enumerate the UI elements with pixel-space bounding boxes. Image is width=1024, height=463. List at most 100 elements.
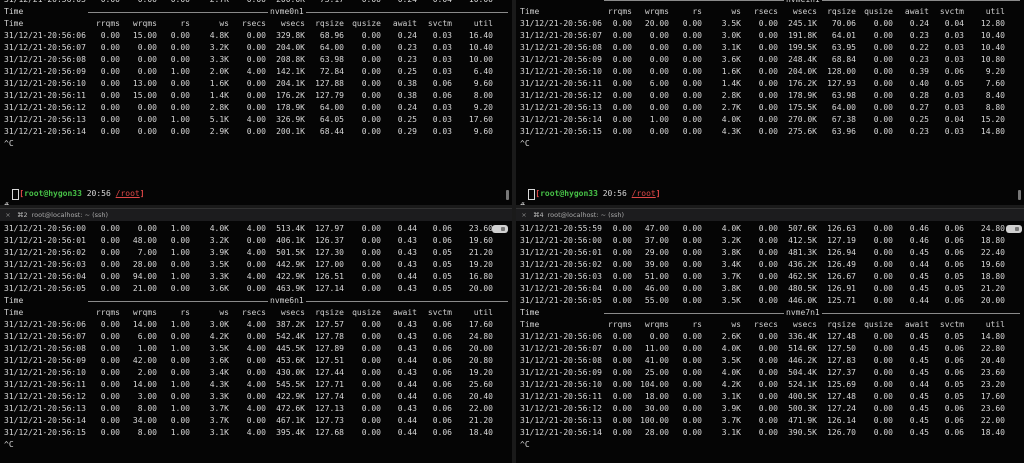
cell-rrqms: 0.00 <box>612 428 632 437</box>
cell-qusize: 0.00 <box>873 296 893 305</box>
cell-qusize: 0.00 <box>361 55 381 64</box>
stat-row: 31/12/21-20:56:12 0.00 3.00 0.00 3.3K 0.00 422… <box>0 391 512 403</box>
cell-wsecs: 501.5K <box>276 248 305 257</box>
cell-rsecs: 0.00 <box>246 91 266 100</box>
cell-util: 14.80 <box>980 127 1005 136</box>
pane-divider-vertical[interactable] <box>512 0 516 463</box>
stat-row: 31/12/21-20:56:00 0.00 37.00 0.00 3.2K 0.00 41… <box>516 235 1024 247</box>
cell-time: 31/12/21-20:56:02 <box>520 260 602 269</box>
cell-time: 31/12/21-20:56:00 <box>4 224 86 233</box>
cell-time: 31/12/21-20:56:08 <box>520 356 602 365</box>
cell-svctm: 0.06 <box>432 368 452 377</box>
shell-input-line[interactable]: # <box>516 188 1024 205</box>
cell-rqsize: 64.05 <box>319 115 344 124</box>
stat-row: 31/12/21-20:56:01 0.00 48.00 0.00 3.2K 0.00 40… <box>0 235 512 247</box>
cell-qusize: 0.00 <box>361 103 381 112</box>
cell-rsecs: 0.00 <box>246 55 266 64</box>
cell-rqsize: 68.84 <box>831 55 856 64</box>
cell-svctm: 0.06 <box>432 236 452 245</box>
cell-qusize: 0.00 <box>873 91 893 100</box>
cell-await: 0.43 <box>397 236 417 245</box>
cell-rrqms: 0.00 <box>100 272 120 281</box>
cell-time: 31/12/21-20:56:09 <box>520 55 602 64</box>
cell-ws: 2.9K <box>209 127 229 136</box>
cell-await: 0.46 <box>909 224 929 233</box>
cell-qusize: 0.00 <box>361 115 381 124</box>
cell-ws: ws <box>219 308 229 317</box>
cell-time: 31/12/21-20:56:10 <box>4 368 86 377</box>
cell-rrqms: 0.00 <box>100 404 120 413</box>
cell-util: 8.00 <box>473 91 493 100</box>
cell-ws: 3.6K <box>209 284 229 293</box>
terminal-pane-bottom-right[interactable]: 31/12/21-20:55:59 0.00 47.00 0.00 4.0K 0.00 50… <box>516 221 1024 463</box>
cell-time: 31/12/21-20:56:05 <box>520 296 602 305</box>
stat-row: 31/12/21-20:56:08 0.00 1.00 1.00 3.5K 4.00 445… <box>0 343 512 355</box>
cell-qusize: 0.00 <box>873 344 893 353</box>
cell-rqsize: 63.98 <box>831 91 856 100</box>
terminal-pane-top-left[interactable]: 31/12/21-20:56:050.000.000.002.7K0.00200… <box>0 0 512 205</box>
cell-wrqms: 28.00 <box>644 428 669 437</box>
cell-await: 0.44 <box>397 428 417 437</box>
cell-wrqms: 28.00 <box>132 260 157 269</box>
scroll-to-bottom-button[interactable] <box>492 225 508 233</box>
cell-wrqms: 34.00 <box>132 416 157 425</box>
cell-util: util <box>985 7 1005 16</box>
cell-time: 31/12/21-20:56:14 <box>520 115 602 124</box>
cell-await: 0.24 <box>397 103 417 112</box>
cell-util: 19.20 <box>468 368 493 377</box>
cell-wsecs: 395.4K <box>276 428 305 437</box>
split-handle-right[interactable] <box>1018 190 1021 200</box>
cell-svctm: 0.03 <box>432 127 452 136</box>
cell-rs: 1.00 <box>170 320 190 329</box>
cell-time: 31/12/21-20:56:11 <box>4 91 86 100</box>
cell-util: 8.40 <box>985 91 1005 100</box>
close-tab-icon[interactable]: × <box>519 209 529 221</box>
cell-rs: 0.00 <box>170 332 190 341</box>
cell-ws: 3.5K <box>721 356 741 365</box>
cell-await: 0.22 <box>909 43 929 52</box>
cell-svctm: 0.06 <box>944 248 964 257</box>
cell-util: 21.20 <box>980 284 1005 293</box>
cell-rsecs: 0.00 <box>758 55 778 64</box>
cell-rrqms: 0.00 <box>100 368 120 377</box>
cell-rsecs: 4.00 <box>246 115 266 124</box>
cell-rsecs: 0.00 <box>758 79 778 88</box>
terminal-pane-top-right[interactable]: nvme1n1Timerrqmswrqmsrswsrsecswsecsrqsiz… <box>516 0 1024 205</box>
cell-time: 31/12/21-20:56:10 <box>520 380 602 389</box>
scroll-to-bottom-button[interactable] <box>1006 225 1022 233</box>
cell-await: 0.43 <box>397 284 417 293</box>
cell-svctm: 0.03 <box>944 31 964 40</box>
cell-rs: 0.00 <box>682 224 702 233</box>
cell-time: 31/12/21-20:56:09 <box>4 356 86 365</box>
cell-wrqms: 94.00 <box>132 272 157 281</box>
cell-time: 31/12/21-20:56:13 <box>520 416 602 425</box>
cell-qusize: 0.00 <box>873 127 893 136</box>
cell-ws: 1.4K <box>721 79 741 88</box>
cell-wsecs: 514.6K <box>788 344 817 353</box>
cell-ws: 3.2K <box>209 43 229 52</box>
cell-rqsize: rqsize <box>827 320 856 329</box>
cell-wsecs: wsecs <box>792 7 817 16</box>
cell-rqsize: 64.00 <box>831 103 856 112</box>
close-tab-icon[interactable]: × <box>3 209 13 221</box>
cell-rrqms: 0.00 <box>100 115 120 124</box>
cell-rsecs: 4.00 <box>246 404 266 413</box>
cell-time: 31/12/21-20:56:05 <box>4 284 86 293</box>
cell-rqsize: 64.00 <box>319 103 344 112</box>
cell-await: 0.44 <box>909 296 929 305</box>
cell-rrqms: 0.00 <box>612 356 632 365</box>
cell-rs: 1.00 <box>170 272 190 281</box>
cell-time: 31/12/21-20:56:13 <box>520 103 602 112</box>
shell-input-line[interactable]: # <box>0 188 512 205</box>
session-tab-2[interactable]: × ⌘2 root@localhost: ~ (ssh) <box>0 208 512 222</box>
cell-time: 31/12/21-20:56:07 <box>4 332 86 341</box>
cell-qusize: 0.00 <box>361 404 381 413</box>
split-handle-left[interactable] <box>506 190 509 200</box>
cell-rs: 0.00 <box>682 236 702 245</box>
cell-rqsize: 127.48 <box>827 332 856 341</box>
terminal-pane-bottom-left[interactable]: 31/12/21-20:56:00 0.00 0.00 1.00 4.0K 4.00 513… <box>0 221 512 463</box>
cell-rrqms: 0.00 <box>100 43 120 52</box>
cell-util: 20.00 <box>468 284 493 293</box>
cell-wsecs: 542.4K <box>276 332 305 341</box>
session-tab-4[interactable]: × ⌘4 root@localhost: ~ (ssh) <box>516 208 1024 222</box>
